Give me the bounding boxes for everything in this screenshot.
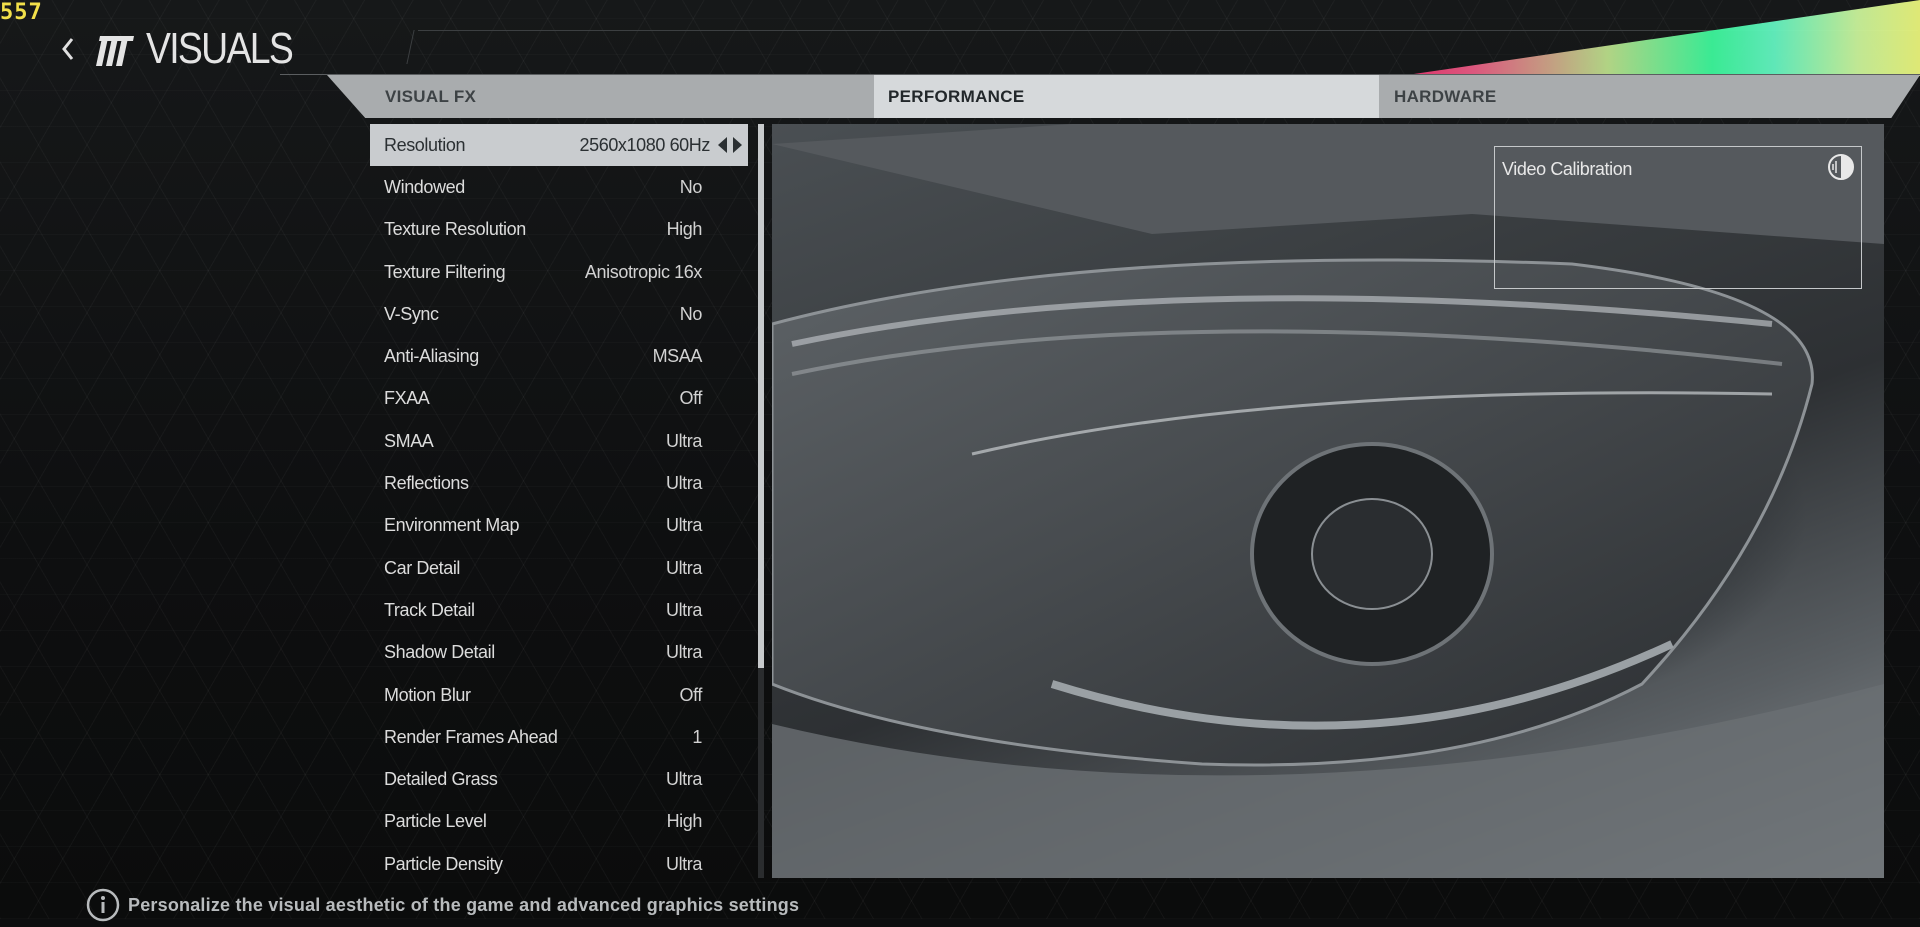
setting-row-anti-aliasing[interactable]: Anti-Aliasing MSAA (370, 335, 748, 377)
setting-label: Car Detail (384, 557, 461, 578)
setting-value-group: Ultra (666, 515, 702, 536)
page-header: VISUALS (60, 26, 318, 72)
setting-label: Particle Level (384, 811, 487, 832)
setting-row-car-detail[interactable]: Car Detail Ultra (370, 547, 748, 589)
setting-value: 1 (692, 726, 702, 747)
setting-value-group: No (679, 303, 703, 325)
setting-value: High (666, 219, 703, 240)
setting-label: Detailed Grass (384, 769, 498, 790)
setting-value-group: Anisotropic 16x (585, 262, 702, 283)
setting-row-environment-map[interactable]: Environment Map Ultra (370, 505, 748, 547)
setting-row-particle-level[interactable]: Particle Level High (370, 801, 748, 843)
setting-value-group: Off (679, 684, 703, 706)
video-calibration-button[interactable]: Video Calibration (1494, 146, 1862, 289)
scrollbar[interactable] (758, 124, 764, 878)
setting-row-detailed-grass[interactable]: Detailed Grass Ultra (370, 758, 748, 800)
setting-value: Anisotropic 16x (584, 261, 702, 282)
setting-row-v-sync[interactable]: V-Sync No (370, 293, 748, 335)
setting-label: Resolution (384, 134, 466, 155)
setting-label: Shadow Detail (384, 642, 495, 663)
setting-value: MSAA (652, 346, 703, 367)
footer-text: Personalize the visual aesthetic of the … (128, 894, 800, 915)
tab-visual-fx[interactable]: VISUAL FX (327, 75, 873, 118)
fps-counter: 557 (0, 0, 43, 25)
setting-value: Ultra (665, 430, 702, 451)
setting-value-group: Ultra (666, 769, 702, 790)
setting-label: SMAA (384, 430, 434, 451)
setting-value: Off (679, 684, 703, 705)
setting-value-group: Ultra (666, 431, 702, 452)
setting-label: Motion Blur (384, 684, 471, 705)
setting-value-group: Ultra (666, 600, 702, 621)
tab-performance[interactable]: PERFORMANCE (874, 75, 1379, 118)
setting-value: Off (679, 388, 703, 409)
setting-row-texture-resolution[interactable]: Texture Resolution High (370, 209, 748, 251)
setting-value: Ultra (665, 599, 702, 620)
setting-value-group: Off (679, 388, 703, 409)
video-calibration-label: Video Calibration (1502, 159, 1632, 179)
setting-label: Texture Filtering (384, 261, 506, 282)
setting-value: Ultra (665, 557, 702, 578)
settings-list: Resolution 2560x1080 60Hz Windowed No Textur… (370, 124, 748, 885)
setting-row-particle-density[interactable]: Particle Density Ultra (370, 843, 748, 885)
setting-label: Particle Density (384, 853, 503, 874)
setting-value-group: Ultra (666, 558, 702, 579)
setting-value-group: No (679, 176, 703, 198)
setting-value: No (679, 176, 703, 197)
setting-value-group: Ultra (666, 854, 702, 875)
setting-row-fxaa[interactable]: FXAA Off (370, 378, 748, 420)
setting-value-group: Ultra (666, 642, 702, 663)
setting-value-group: High (666, 219, 703, 240)
setting-value-group: MSAA (652, 346, 703, 367)
setting-row-reflections[interactable]: Reflections Ultra (370, 462, 748, 504)
setting-value-group: 2560x1080 60Hz (579, 135, 742, 156)
header-rule-top (418, 30, 1918, 31)
setting-value: Ultra (665, 769, 702, 790)
setting-label: V-Sync (384, 303, 439, 324)
setting-value: High (666, 811, 703, 832)
value-arrows (718, 137, 742, 154)
info-icon (86, 888, 120, 922)
setting-value: 2560x1080 60Hz (579, 134, 710, 155)
setting-value-group: Ultra (666, 473, 702, 494)
setting-label: FXAA (384, 388, 430, 409)
setting-value-group: 1 (692, 727, 702, 748)
setting-value: Ultra (665, 853, 702, 874)
setting-row-render-frames-ahead[interactable]: Render Frames Ahead 1 (370, 716, 748, 758)
forza-logo-icon (90, 32, 134, 66)
setting-value: Ultra (665, 515, 702, 536)
setting-label: Anti-Aliasing (384, 346, 479, 367)
setting-label: Render Frames Ahead (384, 726, 558, 747)
setting-label: Windowed (384, 176, 465, 197)
setting-value: Ultra (665, 473, 702, 494)
setting-row-track-detail[interactable]: Track Detail Ultra (370, 589, 748, 631)
setting-value: No (679, 303, 703, 324)
arrow-left-icon[interactable] (718, 137, 727, 154)
setting-label: Texture Resolution (384, 219, 526, 240)
setting-row-motion-blur[interactable]: Motion Blur Off (370, 674, 748, 716)
setting-row-smaa[interactable]: SMAA Ultra (370, 420, 748, 462)
setting-label: Track Detail (384, 599, 475, 620)
setting-label: Environment Map (384, 515, 520, 536)
scrollbar-thumb[interactable] (758, 124, 764, 668)
setting-label: Reflections (384, 473, 469, 494)
arrow-right-icon[interactable] (733, 137, 742, 154)
contrast-icon (1827, 153, 1855, 181)
setting-row-windowed[interactable]: Windowed No (370, 166, 748, 208)
page-title: VISUALS (146, 24, 294, 73)
setting-row-shadow-detail[interactable]: Shadow Detail Ultra (370, 632, 748, 674)
tab-hardware[interactable]: HARDWARE (1380, 75, 1890, 118)
back-arrow-icon[interactable] (60, 34, 78, 64)
setting-row-resolution[interactable]: Resolution 2560x1080 60Hz (370, 124, 748, 167)
setting-row-texture-filtering[interactable]: Texture Filtering Anisotropic 16x (370, 251, 748, 293)
footer-hint: Personalize the visual aesthetic of the … (86, 888, 799, 922)
setting-value-group: High (666, 811, 703, 832)
setting-value: Ultra (665, 642, 702, 663)
